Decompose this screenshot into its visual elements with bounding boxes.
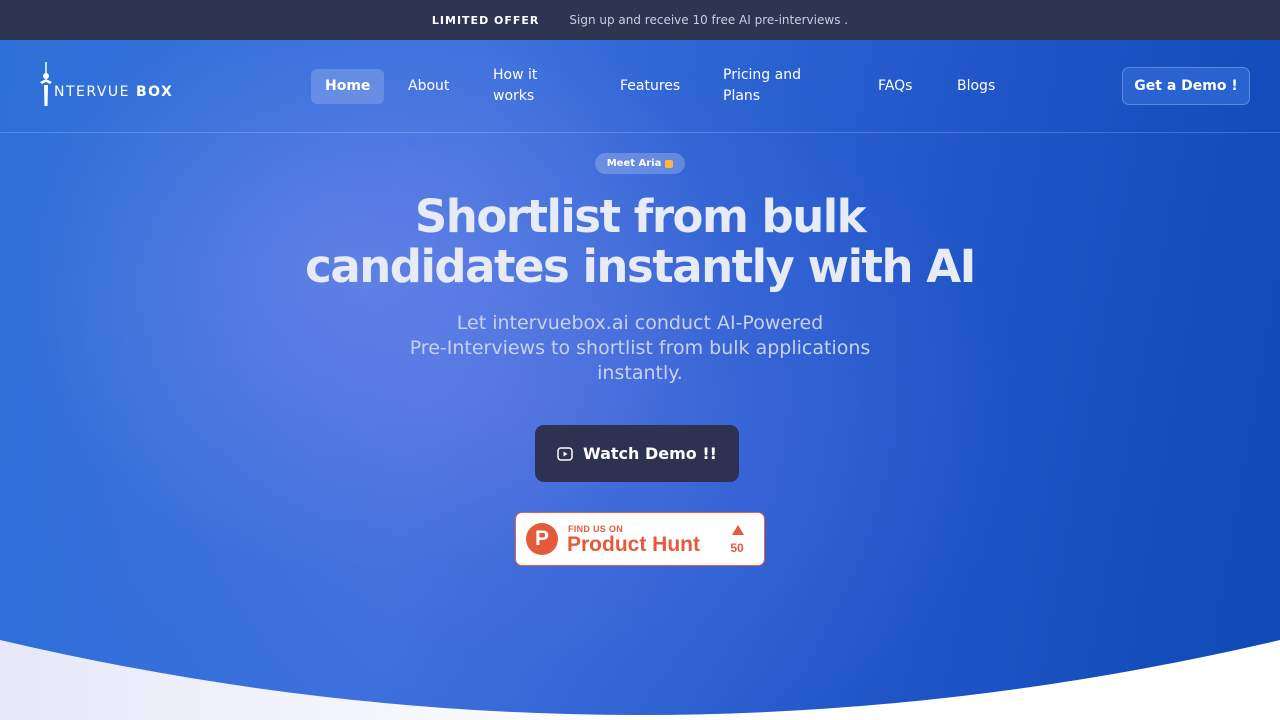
nav-how-it-works[interactable]: How it works	[493, 65, 537, 107]
nav-pricing-line1: Pricing and	[723, 67, 801, 83]
headline-line-1: Shortlist from bulk	[414, 190, 867, 243]
badge-label: Meet Aria	[606, 158, 662, 169]
hero-headline: Shortlist from bulk candidates instantly…	[290, 192, 990, 292]
offer-message[interactable]: Sign up and receive 10 free AI pre-inter…	[569, 13, 848, 27]
product-hunt-name: Product Hunt	[567, 533, 700, 556]
product-hunt-logo-icon: P	[526, 523, 558, 555]
play-icon	[557, 446, 573, 461]
nav-how-it-works-line2: works	[493, 88, 535, 104]
nav-features[interactable]: Features	[620, 76, 680, 97]
nav-blogs[interactable]: Blogs	[957, 76, 995, 97]
sparkle-icon	[665, 159, 674, 168]
nav-pricing-line2: Plans	[723, 88, 761, 104]
subheadline-line-3: instantly.	[597, 362, 683, 384]
upvote-arrow-icon	[732, 525, 744, 535]
brand-name-bold: BOX	[135, 84, 174, 100]
nav-home[interactable]: Home	[311, 69, 385, 104]
brand-logo[interactable]: NTERVUE BOX	[38, 60, 173, 110]
brand-name-regular: NTERVUE	[54, 84, 131, 100]
watch-demo-label: Watch Demo !!	[583, 444, 717, 463]
watch-demo-button[interactable]: Watch Demo !!	[535, 425, 739, 482]
offer-label: LIMITED OFFER	[431, 13, 540, 27]
get-demo-button[interactable]: Get a Demo !	[1122, 67, 1250, 105]
subheadline-line-1: Let intervuebox.ai conduct AI-Powered	[456, 312, 824, 334]
nav-faqs[interactable]: FAQs	[878, 76, 912, 97]
hero-section: NTERVUE BOX Home About How it works Feat…	[0, 40, 1280, 720]
subheadline-line-2: Pre-Interviews to shortlist from bulk ap…	[409, 337, 871, 359]
hero-bottom-curve	[0, 640, 1280, 720]
announcement-bar: LIMITED OFFER Sign up and receive 10 fre…	[0, 0, 1280, 40]
nav-how-it-works-line1: How it	[493, 67, 538, 83]
nav-pricing[interactable]: Pricing and Plans	[723, 65, 801, 107]
brand-name: NTERVUE BOX	[54, 84, 173, 100]
headline-line-2: candidates instantly with AI	[305, 240, 976, 293]
main-navigation: NTERVUE BOX Home About How it works Feat…	[0, 40, 1280, 133]
meet-aria-badge[interactable]: Meet Aria	[595, 153, 685, 174]
product-hunt-badge[interactable]: P FIND US ON Product Hunt 50	[515, 512, 765, 566]
hero-subheadline: Let intervuebox.ai conduct AI-Powered Pr…	[390, 311, 890, 386]
nav-about[interactable]: About	[408, 76, 449, 97]
upvote-count: 50	[730, 541, 744, 555]
